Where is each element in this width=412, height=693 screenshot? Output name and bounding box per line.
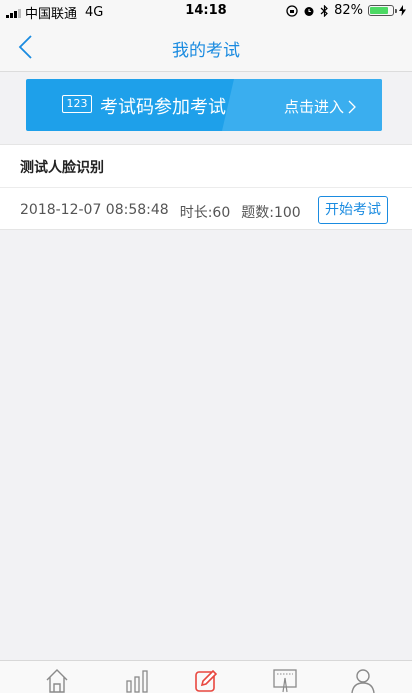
tab-bar: [0, 660, 412, 693]
bluetooth-icon: [320, 4, 328, 17]
banner-label: 考试码参加考试: [100, 97, 226, 118]
exam-title: 测试人脸识别: [20, 160, 104, 176]
exam-duration: 时长:60: [179, 205, 231, 221]
home-icon[interactable]: [44, 667, 70, 693]
status-bar: 中国联通 4G 14:18 82%: [0, 0, 412, 22]
page-title: 我的考试: [172, 41, 240, 61]
exam-card: 测试人脸识别 2018-12-07 08:58:48 时长:60 题数:100 …: [0, 144, 412, 230]
battery-fill: [370, 7, 389, 14]
exam-meta: 2018-12-07 08:58:48 时长:60 题数:100: [20, 202, 301, 222]
charging-icon: [399, 5, 406, 16]
exam-datetime: 2018-12-07 08:58:48: [20, 202, 169, 218]
calendar-icon[interactable]: [272, 667, 298, 693]
battery-percent: 82%: [334, 3, 363, 18]
chevron-right-icon: [348, 100, 356, 113]
banner-enter-link[interactable]: 点击进入: [284, 96, 356, 117]
bar-chart-icon[interactable]: [124, 667, 150, 693]
start-exam-button[interactable]: 开始考试: [318, 196, 388, 224]
status-right: 82%: [286, 3, 406, 18]
divider: [0, 187, 412, 188]
exam-code-icon: 123: [62, 95, 92, 113]
alarm-icon: [304, 6, 314, 16]
exam-code-banner[interactable]: 123 考试码参加考试 点击进入: [26, 79, 382, 131]
exam-question-count: 题数:100: [241, 205, 301, 221]
lock-rotation-icon: [286, 4, 298, 17]
edit-icon[interactable]: [193, 667, 219, 693]
banner-enter-label: 点击进入: [283, 98, 344, 116]
nav-bar: 我的考试: [0, 22, 412, 72]
battery-icon: [368, 5, 397, 16]
user-icon[interactable]: [350, 667, 376, 693]
